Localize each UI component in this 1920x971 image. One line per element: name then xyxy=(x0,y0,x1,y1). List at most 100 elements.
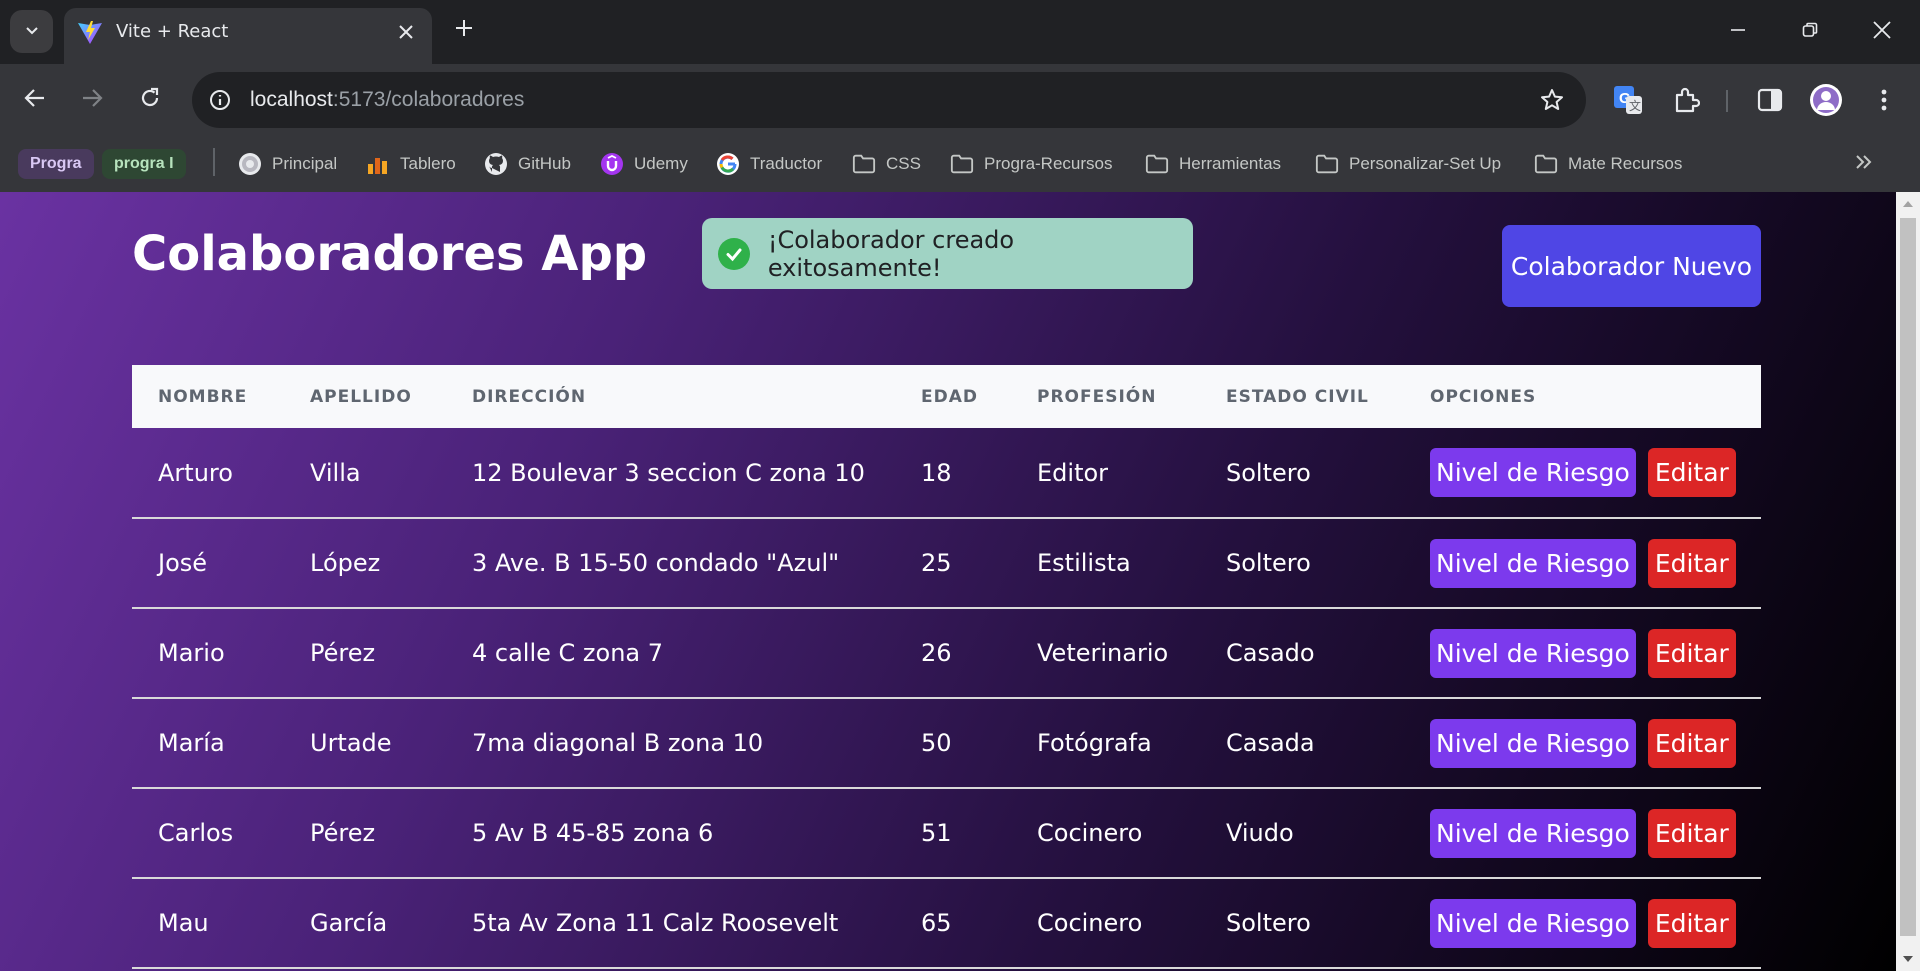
cell-apellido: López xyxy=(310,549,381,577)
success-toast: ¡Colaborador creado exitosamente! xyxy=(702,218,1193,289)
new-tab-button[interactable] xyxy=(450,16,478,44)
header-profesion: PROFESIÓN xyxy=(1037,386,1157,407)
edit-button[interactable]: Editar xyxy=(1647,898,1736,948)
extensions-icon[interactable] xyxy=(1668,82,1704,118)
bookmark-folder-css[interactable]: CSS xyxy=(852,150,921,178)
cell-edad: 18 xyxy=(921,458,952,487)
site-info-icon[interactable] xyxy=(202,82,238,118)
bookmark-traductor[interactable]: Traductor xyxy=(716,150,822,178)
folder-icon xyxy=(950,152,974,176)
cell-opciones: Nivel de Riesgo Editar xyxy=(1404,428,1761,518)
bookmark-separator xyxy=(213,148,215,176)
url-path: :5173/colaboradores xyxy=(332,88,525,111)
edit-button[interactable]: Editar xyxy=(1647,808,1736,858)
google-translate-icon[interactable]: G文 xyxy=(1610,82,1646,118)
tablero-icon xyxy=(366,152,390,176)
header-nombre: NOMBRE xyxy=(158,386,248,407)
reload-button[interactable] xyxy=(130,80,170,120)
bookmark-folder-personalizar[interactable]: Personalizar-Set Up xyxy=(1315,150,1501,178)
plus-icon xyxy=(455,19,473,41)
bookmark-label: Traductor xyxy=(750,154,823,173)
cell-profesion: Cocinero xyxy=(1037,819,1143,847)
risk-level-button[interactable]: Nivel de Riesgo xyxy=(1430,448,1636,497)
cell-estado-civil: Soltero xyxy=(1226,549,1311,577)
restore-button[interactable] xyxy=(1792,14,1828,50)
bookmark-folder-progra-recursos[interactable]: Progra-Recursos xyxy=(950,150,1113,178)
new-collaborator-button[interactable]: Colaborador Nuevo xyxy=(1502,225,1761,307)
cell-nombre: Arturo xyxy=(158,458,233,487)
page-viewport: Colaboradores App ¡Colaborador creado ex… xyxy=(0,192,1896,971)
page-scrollbar[interactable] xyxy=(1896,192,1920,971)
bookmarks-overflow-button[interactable] xyxy=(1850,150,1878,178)
side-panel-icon[interactable] xyxy=(1752,82,1788,118)
address-bar[interactable]: localhost:5173/colaboradores xyxy=(192,72,1586,128)
restore-icon xyxy=(1802,22,1818,42)
profile-avatar[interactable] xyxy=(1808,82,1844,118)
edit-button[interactable]: Editar xyxy=(1647,448,1736,497)
scroll-up-arrow-icon[interactable] xyxy=(1896,192,1920,216)
bookmark-label: Progra-Recursos xyxy=(984,154,1113,173)
edit-button[interactable]: Editar xyxy=(1647,628,1736,678)
bookmark-folder-herramientas[interactable]: Herramientas xyxy=(1145,150,1281,178)
header-edad: EDAD xyxy=(921,386,978,407)
browser-tabstrip: Vite + React xyxy=(0,0,1920,64)
scrollbar-thumb[interactable] xyxy=(1900,218,1916,936)
cell-estado-civil: Casada xyxy=(1226,729,1315,757)
risk-level-button[interactable]: Nivel de Riesgo xyxy=(1430,628,1636,678)
toolbar-divider xyxy=(1726,90,1728,112)
page-title: Colaboradores App xyxy=(132,226,648,282)
bookmark-group-progra-i[interactable]: progra I xyxy=(102,149,186,179)
cell-opciones: Nivel de Riesgo Editar xyxy=(1404,788,1761,878)
folder-icon xyxy=(1145,152,1169,176)
bookmark-group-progra[interactable]: Progra xyxy=(18,149,94,179)
bookmark-folder-mate-recursos[interactable]: Mate Recursos xyxy=(1534,150,1682,178)
bookmark-label: Mate Recursos xyxy=(1568,154,1683,173)
table-header-row: NOMBRE APELLIDO DIRECCIÓN EDAD PROFESIÓN… xyxy=(132,365,1761,428)
bookmark-label: Herramientas xyxy=(1179,154,1282,173)
cell-estado-civil: Soltero xyxy=(1226,458,1311,487)
risk-level-button[interactable]: Nivel de Riesgo xyxy=(1430,898,1636,948)
cell-opciones: Nivel de Riesgo Editar xyxy=(1404,698,1761,788)
header-opciones: OPCIONES xyxy=(1430,386,1537,407)
risk-level-button[interactable]: Nivel de Riesgo xyxy=(1430,718,1636,768)
window-close-button[interactable] xyxy=(1864,14,1900,50)
edit-button[interactable]: Editar xyxy=(1647,718,1736,768)
minimize-button[interactable] xyxy=(1720,14,1756,50)
edit-button[interactable]: Editar xyxy=(1647,538,1736,588)
tab-search-button[interactable] xyxy=(10,10,53,53)
header-apellido: APELLIDO xyxy=(310,386,412,407)
table-body: Arturo Villa 12 Boulevar 3 seccion C zon… xyxy=(132,428,1761,968)
bookmark-label: Udemy xyxy=(634,154,688,173)
menu-kebab-icon[interactable] xyxy=(1866,82,1902,118)
principal-icon xyxy=(238,152,262,176)
bookmark-label: Personalizar-Set Up xyxy=(1349,154,1502,173)
bookmark-principal[interactable]: Principal xyxy=(238,150,337,178)
check-circle-icon xyxy=(718,237,750,270)
bookmark-tablero[interactable]: Tablero xyxy=(366,150,456,178)
cell-profesion: Editor xyxy=(1037,458,1109,487)
chevron-double-right-icon xyxy=(1855,154,1873,174)
folder-icon xyxy=(1315,152,1339,176)
arrow-left-icon xyxy=(24,87,46,113)
cell-edad: 65 xyxy=(921,909,952,937)
cell-opciones: Nivel de Riesgo Editar xyxy=(1404,608,1761,698)
table-row: Carlos Pérez 5 Av B 45-85 zona 6 51 Coci… xyxy=(132,788,1761,878)
bookmark-github[interactable]: GitHub xyxy=(484,150,571,178)
back-button[interactable] xyxy=(15,80,55,120)
bookmark-label: Tablero xyxy=(400,154,456,173)
bookmark-star-icon[interactable] xyxy=(1538,86,1566,114)
browser-toolbar: localhost:5173/colaboradores G文 xyxy=(0,64,1920,136)
browser-tab-active[interactable]: Vite + React xyxy=(64,8,432,64)
forward-button[interactable] xyxy=(72,80,112,120)
close-icon[interactable] xyxy=(394,20,418,44)
bookmark-udemy[interactable]: Udemy xyxy=(600,150,688,178)
cell-opciones: Nivel de Riesgo Editar xyxy=(1404,878,1761,968)
risk-level-button[interactable]: Nivel de Riesgo xyxy=(1430,538,1636,588)
cell-nombre: María xyxy=(158,729,225,757)
arrow-right-icon xyxy=(81,87,103,113)
close-icon xyxy=(1873,21,1891,43)
cell-apellido: García xyxy=(310,909,388,937)
scroll-down-arrow-icon[interactable] xyxy=(1896,947,1920,971)
table-row: Arturo Villa 12 Boulevar 3 seccion C zon… xyxy=(132,428,1761,518)
risk-level-button[interactable]: Nivel de Riesgo xyxy=(1430,808,1636,858)
